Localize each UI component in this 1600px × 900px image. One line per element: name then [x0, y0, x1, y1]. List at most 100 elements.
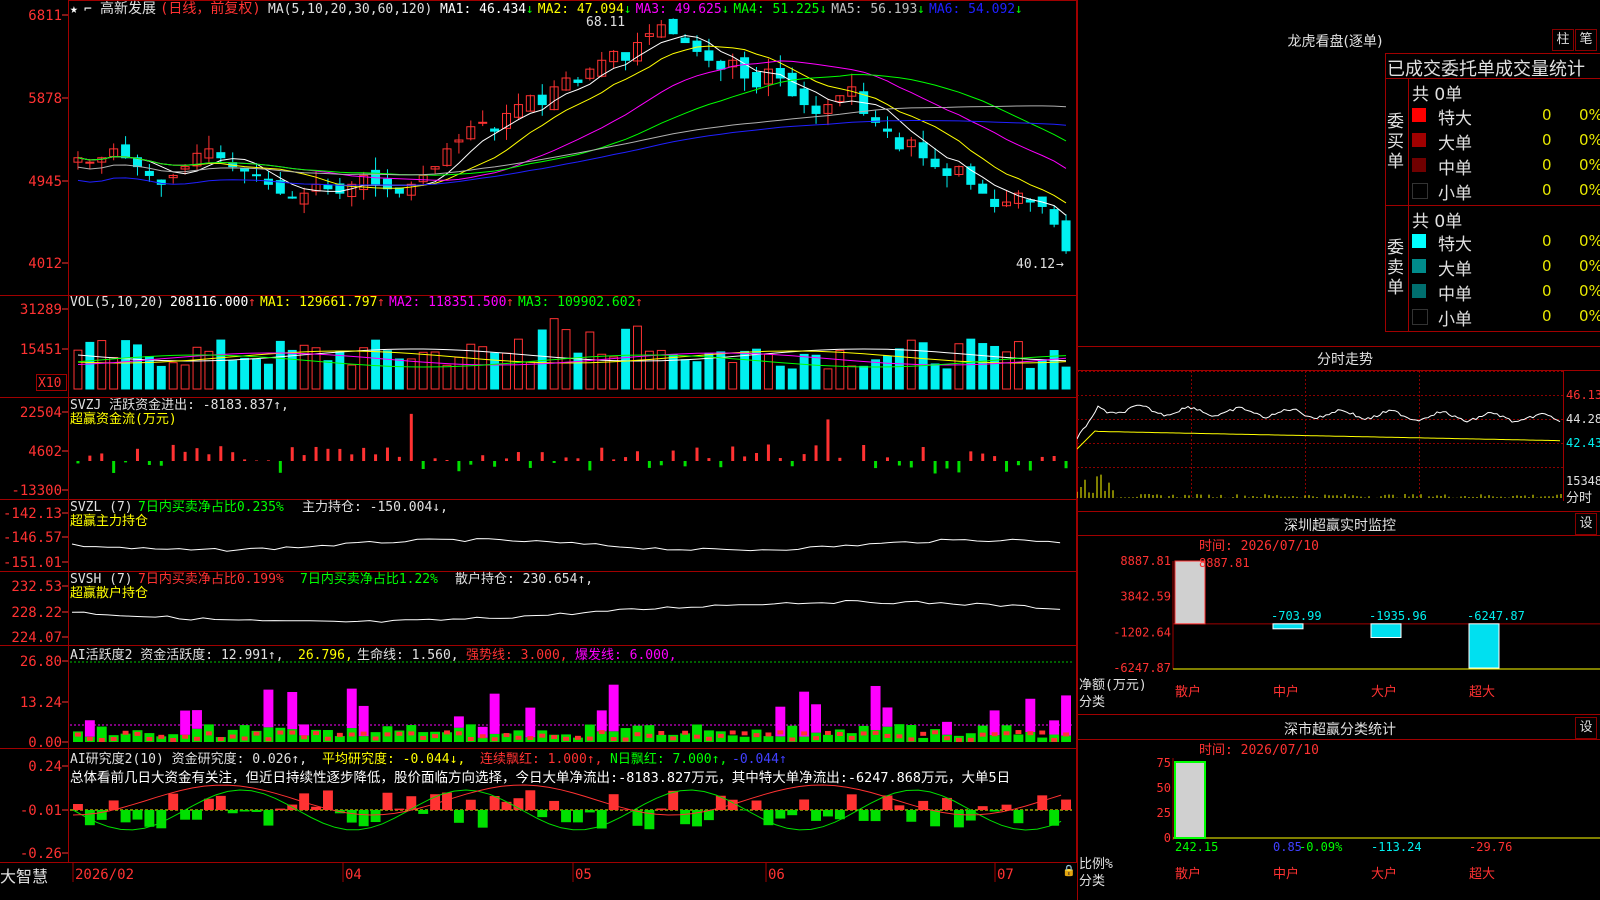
divider — [1385, 53, 1600, 54]
sz-monitor-bar — [1370, 623, 1402, 639]
order-percent: 0% — [1579, 307, 1600, 325]
volume-bar — [85, 341, 95, 390]
y-tick-label: -146.57 — [3, 530, 62, 546]
bar-mode-button[interactable]: 柱 — [1552, 29, 1574, 51]
ai-strong-bar — [586, 736, 593, 741]
sz-monitor-chart[interactable]: 8887.81 3842.59 -1202.64 -6247.87 散户 -703.99 中… — [1077, 536, 1600, 714]
svzj-bar — [100, 453, 104, 461]
ai-strong-bar — [289, 730, 296, 735]
volume-bar — [263, 363, 273, 390]
candle-body — [240, 168, 250, 172]
kline-workspace[interactable]: 6811 5878 4945 4012 31289 15451 22504 4602 -1330… — [0, 0, 1077, 882]
y-tick-label: -0.26 — [20, 846, 62, 862]
volume-bar — [156, 365, 166, 390]
ai-research-bar — [656, 808, 667, 810]
svzj-bar — [243, 459, 247, 461]
svzj-bar — [76, 461, 80, 464]
svzj-bar — [564, 457, 568, 461]
tick-mode-button[interactable]: 笔 — [1575, 29, 1597, 51]
volume-bar — [871, 359, 881, 390]
y-tick-label: -151.01 — [3, 555, 62, 571]
svzj-title: SVZJ 活跃资金进出: -8183.837↑, — [70, 397, 289, 413]
ma-legend: MA1: 46.434 ↓ MA2: 47.094 ↓ MA3: 49.625 ↓ MA4:… — [440, 2, 1023, 17]
svzl-ratio: 7日内买卖净占比0.235% — [138, 499, 284, 515]
vol-legend-arrow: ↑ — [377, 295, 385, 310]
volume-bar — [644, 350, 654, 390]
volume-bar — [680, 359, 690, 390]
brand-label[interactable]: 大智慧 — [0, 863, 68, 886]
ai-research-bar — [346, 810, 357, 823]
sz-monitor-settings-button[interactable]: 设 — [1575, 513, 1597, 535]
ai-strong-bar — [455, 731, 462, 736]
order-size-label: 小单 — [1438, 184, 1472, 204]
ai-research-bar — [858, 810, 869, 821]
ai-research-bar — [584, 810, 595, 813]
ai-strong-bar — [598, 730, 605, 735]
legend-swatch — [1412, 259, 1426, 273]
svsh-prefix: SVSH (7) — [70, 572, 133, 587]
stock-name[interactable]: 高新发展 — [100, 0, 156, 17]
sz-class-settings-button[interactable]: 设 — [1575, 717, 1597, 739]
order-size-label: 特大 — [1438, 109, 1472, 129]
ai-strong-bar — [86, 736, 93, 741]
ai-strong-bar — [1003, 731, 1010, 736]
ai-research-bar — [561, 810, 571, 823]
ai-strong-bar — [325, 736, 331, 741]
candle-body — [144, 170, 154, 176]
ai-life-bar — [775, 736, 786, 742]
sz-class-ytick: 75 — [1157, 756, 1171, 770]
svzj-bar — [493, 461, 497, 467]
ai-strong-bar — [384, 732, 391, 737]
svzj-bar — [1016, 461, 1020, 466]
ma-legend-label: MA4: 51.225 — [733, 2, 819, 17]
sz-class-ytick: 0 — [1164, 831, 1171, 845]
order-size-label: 中单 — [1438, 285, 1472, 305]
ai-research-last: -0.044↑ — [732, 752, 787, 767]
ai-research-bar — [823, 810, 833, 817]
period-label[interactable]: (日线，前复权) — [160, 0, 261, 17]
ai-strong-bar — [539, 733, 546, 738]
candle-body — [918, 142, 928, 159]
buy-side-label: 委买单 — [1387, 112, 1404, 172]
ai-research-bar — [799, 799, 810, 810]
ai-research-bar — [751, 800, 762, 810]
svzj-bar — [171, 444, 175, 461]
volume-bar — [502, 352, 511, 390]
intraday-title: 分时走势 — [1317, 352, 1373, 368]
vol-unit[interactable]: X10 — [38, 376, 61, 391]
ai-burst-bar — [1025, 698, 1036, 733]
ai-strong-bar — [979, 732, 986, 737]
volume-bar — [121, 340, 131, 390]
ai-research-bar — [311, 806, 321, 810]
lock-icon[interactable]: 🔒 — [1062, 864, 1076, 877]
svzj-bar — [588, 461, 592, 471]
ai-strong-bar — [813, 736, 819, 741]
intraday-chart[interactable]: 46.13 44.28 42.43 15348 分时 — [1077, 371, 1600, 511]
order-count: 0 — [1542, 307, 1552, 325]
intraday-ytick-low: 42.43 — [1566, 436, 1600, 450]
svzj-bar — [207, 454, 211, 461]
ma-legend-arrow: ↓ — [1015, 2, 1023, 17]
candle-body — [216, 152, 226, 159]
y-tick-label: 4602 — [28, 444, 62, 460]
ai-burst-bar — [299, 724, 310, 736]
svzj-bar — [1064, 461, 1068, 469]
sz-class-bar — [1174, 761, 1206, 839]
ai-research-bar — [573, 810, 583, 823]
legend-swatch — [1412, 108, 1426, 122]
volume-bar — [549, 318, 559, 390]
y-tick-label: 26.80 — [20, 654, 62, 670]
svzj-bar — [219, 446, 223, 461]
sz-class-ytick: 25 — [1157, 806, 1171, 820]
ai-strong-bar — [479, 734, 486, 739]
svzj-bar — [921, 447, 925, 461]
ai-strong-bar — [860, 731, 867, 736]
sz-class-chart[interactable]: 75 50 25 0 242.15 散户 0.85 中户 -113.24 大户 -29.76 超大 时… — [1077, 740, 1600, 900]
ai-life-bar — [799, 736, 810, 742]
ai-strong-bar — [575, 735, 581, 740]
ai-life-bar — [823, 734, 833, 742]
volume-ma-line — [77, 350, 1067, 364]
x-tick-label: 2026/02 — [75, 867, 134, 882]
ai-research-bar — [275, 808, 286, 810]
ai-burst-bar — [287, 692, 298, 730]
